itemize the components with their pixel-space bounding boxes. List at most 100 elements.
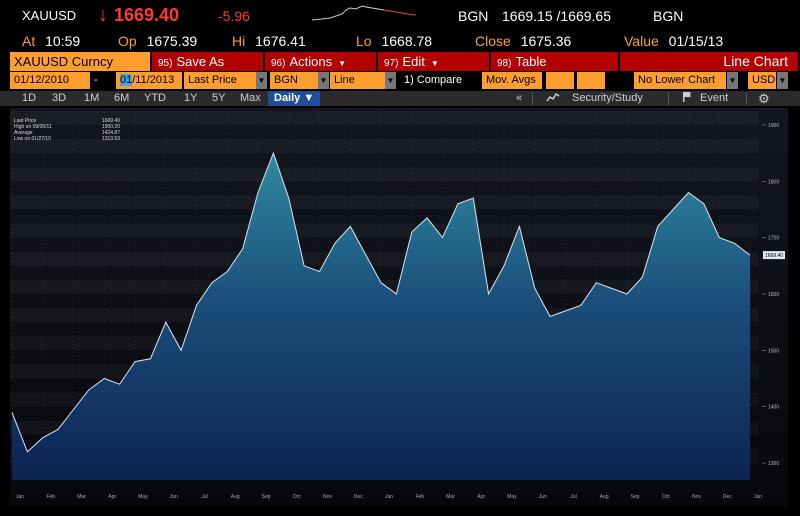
grid-band <box>10 111 758 125</box>
toolbar-divider <box>668 92 669 105</box>
x-tick-label: Jul <box>570 494 576 500</box>
x-tick-label: Feb <box>46 494 55 500</box>
period-max[interactable]: Max <box>240 91 261 106</box>
period-1y[interactable]: 1Y <box>184 91 197 106</box>
y-tick-label: 1800 <box>768 179 779 185</box>
date-separator: - <box>94 74 98 86</box>
menu-bar: XAUUSD Curncy 95) Save As 96) Actions ▼ 97)… <box>0 52 800 71</box>
x-tick-label: Jul <box>201 494 207 500</box>
toolbar-divider <box>746 92 747 105</box>
edit-label: Edit <box>402 54 425 69</box>
period-toolbar: 1D 3D 1M 6M YTD 1Y 5Y Max Daily ▼ « Secu… <box>0 91 800 106</box>
y-tick-label: 1700 <box>768 236 779 242</box>
field-select[interactable]: Last Price <box>184 72 256 89</box>
compare-button[interactable]: 1) Compare <box>398 72 482 89</box>
chart-legend: Last Price 1669.40 High on 09/05/11 1900.2… <box>14 118 120 142</box>
x-tick-label: Feb <box>415 494 424 500</box>
y-tick-label: 1900 <box>768 123 779 129</box>
stat-value: 1668.78 <box>381 33 433 49</box>
actions-label: Actions <box>289 54 333 69</box>
x-tick-label: Jan <box>385 494 393 500</box>
save-as-button[interactable]: 95) Save As <box>152 52 264 71</box>
last-price: 1669.40 <box>114 5 180 25</box>
x-tick-label: May <box>138 494 148 500</box>
source-select[interactable]: BGN <box>270 72 322 89</box>
stat-value-date: Value 01/15/13 <box>624 33 723 49</box>
mov-avgs-slot[interactable] <box>546 72 574 89</box>
chart-icon <box>546 91 560 106</box>
stat-label: At <box>22 33 36 49</box>
x-tick-label: Nov <box>323 494 332 500</box>
save-as-label: Save As <box>176 54 225 69</box>
period-3d[interactable]: 3D <box>52 91 66 106</box>
toolbar-divider <box>532 92 533 105</box>
shortcut-number: 97) <box>384 58 399 69</box>
period-5y[interactable]: 5Y <box>212 91 225 106</box>
event-button[interactable]: Event <box>700 91 728 106</box>
x-tick-label: May <box>507 494 517 500</box>
x-tick-label: Jun <box>539 494 547 500</box>
chevron-down-icon[interactable]: ▼ <box>385 72 396 89</box>
chevron-down-icon: ▼ <box>303 92 315 104</box>
currency-select[interactable]: USD <box>748 72 776 89</box>
x-tick-label: Nov <box>692 494 701 500</box>
period-ytd[interactable]: YTD <box>144 91 166 106</box>
y-tick-label: 1600 <box>768 292 779 298</box>
stat-label: Hi <box>232 33 246 49</box>
table-button[interactable]: 98) Table <box>491 52 619 71</box>
stat-label: Close <box>475 33 511 49</box>
legend-row: Low on 01/27/10 1313.53 <box>14 136 120 142</box>
y-tick-label: 1400 <box>768 405 779 411</box>
dropdown-arrow-icon: ▼ <box>430 59 439 68</box>
lower-chart-select[interactable]: No Lower Chart <box>634 72 726 89</box>
chart-type-title: Line Chart <box>620 52 798 71</box>
stat-value: 1675.39 <box>146 33 198 49</box>
security-study-button[interactable]: Security/Study <box>572 91 643 106</box>
x-tick-label: Jan <box>16 494 24 500</box>
chevron-down-icon[interactable]: ▼ <box>256 72 267 89</box>
stat-label: Op <box>118 33 137 49</box>
last-price-marker: 1669.40 <box>763 251 785 260</box>
x-tick-label: Aug <box>231 494 240 500</box>
mov-avgs-field[interactable]: Mov. Avgs <box>482 72 542 89</box>
x-tick-label: Sep <box>262 494 271 500</box>
chevron-down-icon[interactable]: ▼ <box>777 72 788 89</box>
dropdown-arrow-icon: ▼ <box>338 59 347 68</box>
legend-label: Low on 01/27/10 <box>14 136 51 142</box>
x-tick-label: Apr <box>477 494 485 500</box>
period-1m[interactable]: 1M <box>84 91 99 106</box>
stat-value: 1676.41 <box>255 33 306 49</box>
chart-area[interactable]: 1900 1800 1700 1600 1500 1400 1300 Jan Feb Mar Ap… <box>10 108 788 506</box>
stat-label: Lo <box>356 33 372 49</box>
stat-value: 01/15/13 <box>668 33 724 49</box>
frequency-select[interactable]: Daily ▼ <box>268 91 321 106</box>
stat-label: Value <box>624 33 659 49</box>
last-price-label: 1669.40 <box>765 253 783 259</box>
legend-value: 1313.53 <box>101 136 120 142</box>
price-chart: 1900 1800 1700 1600 1500 1400 1300 Jan Feb Mar Ap… <box>10 108 788 506</box>
x-tick-label: Oct <box>662 494 670 500</box>
grid-band <box>10 139 758 153</box>
mov-avgs-slot[interactable] <box>577 72 605 89</box>
security-field[interactable]: XAUUSD Curncy <box>10 52 150 71</box>
y-tick-label: 1500 <box>768 348 779 354</box>
collapse-icon[interactable]: « <box>516 91 522 106</box>
period-6m[interactable]: 6M <box>114 91 129 106</box>
edit-menu[interactable]: 97) Edit ▼ <box>378 52 490 71</box>
flag-icon <box>682 91 692 106</box>
shortcut-number: 98) <box>497 58 512 69</box>
end-date-field[interactable]: 01/11/2013 <box>116 72 182 89</box>
x-tick-label: Jan <box>754 494 762 500</box>
pricing-source: BGN <box>458 8 489 24</box>
x-tick-label: Dec <box>354 494 363 500</box>
chevron-down-icon[interactable]: ▼ <box>727 72 738 89</box>
chevron-down-icon[interactable]: ▼ <box>318 72 329 89</box>
actions-menu[interactable]: 96) Actions ▼ <box>265 52 377 71</box>
stat-open: Op 1675.39 <box>118 33 197 49</box>
x-tick-label: Apr <box>108 494 116 500</box>
gear-icon[interactable]: ⚙ <box>758 91 770 106</box>
style-select[interactable]: Line <box>330 72 388 89</box>
bid-ask: 1669.15 /1669.65 <box>502 8 611 24</box>
start-date-field[interactable]: 01/12/2010 <box>10 72 90 89</box>
period-1d[interactable]: 1D <box>22 91 36 106</box>
